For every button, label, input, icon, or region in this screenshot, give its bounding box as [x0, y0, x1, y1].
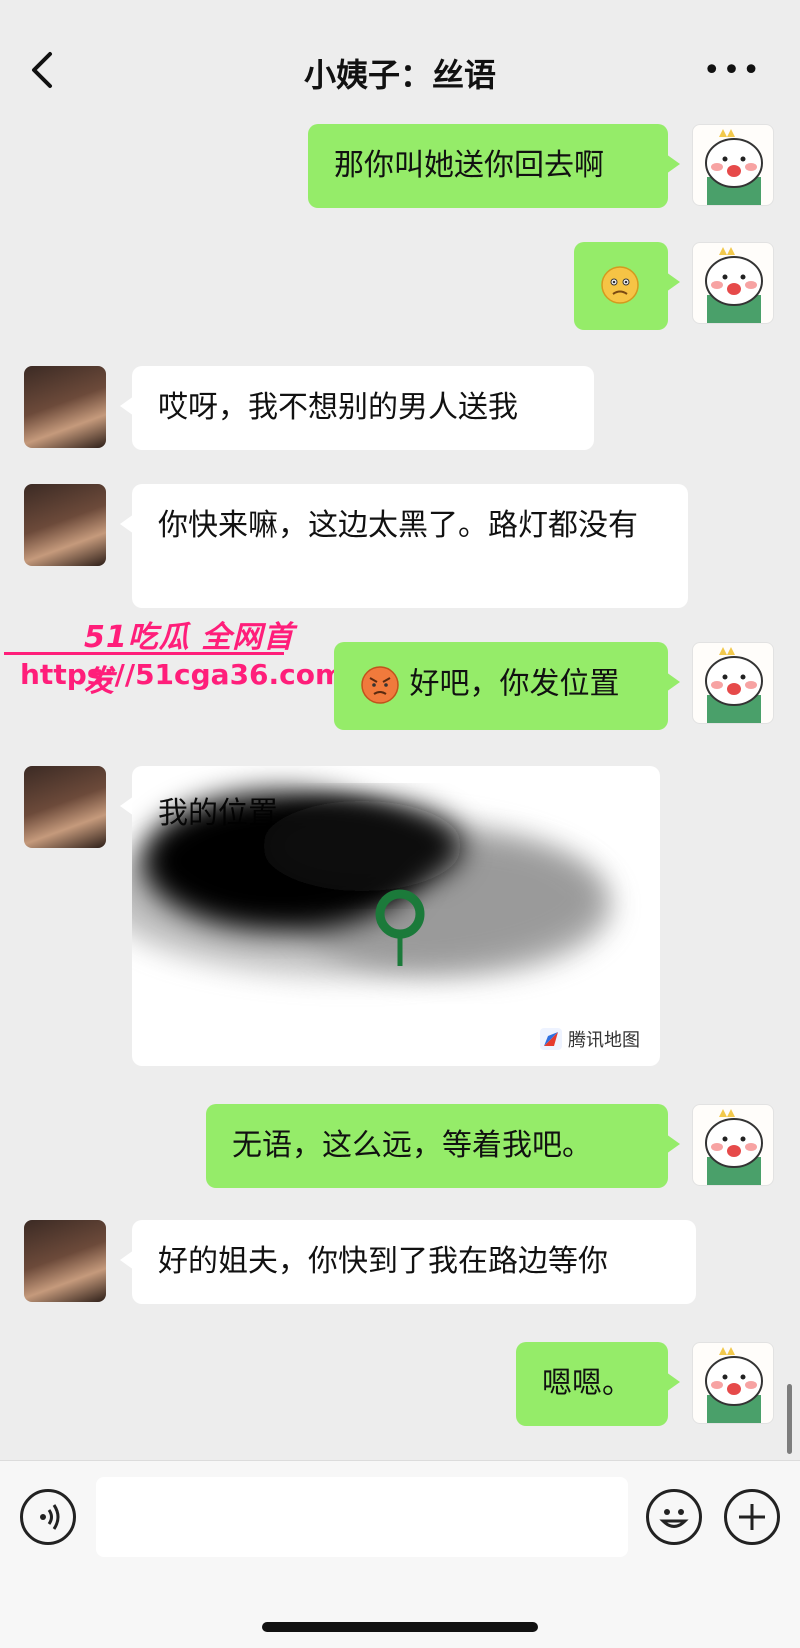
contact-avatar[interactable] — [24, 484, 106, 566]
message-text: 嗯嗯。 — [542, 1366, 632, 1401]
message-text: 好的姐夫，你快到了我在路边等你 — [158, 1244, 608, 1279]
input-bar — [0, 1460, 800, 1648]
message-bubble-received[interactable]: 好的姐夫，你快到了我在路边等你 — [120, 1220, 696, 1304]
chat-header: 小姨子：丝语 ••• — [0, 0, 800, 112]
plus-icon — [739, 1504, 765, 1530]
more-functions-button[interactable] — [724, 1489, 780, 1545]
home-indicator — [262, 1622, 538, 1632]
voice-input-button[interactable] — [20, 1489, 76, 1545]
tencent-map-icon — [540, 1028, 562, 1050]
message-input[interactable] — [96, 1477, 628, 1557]
watermark-divider — [4, 652, 284, 655]
map-provider-text: 腾讯地图 — [568, 1030, 640, 1051]
map-pin-icon — [375, 889, 425, 966]
cartoon-avatar-icon — [705, 1347, 763, 1423]
smiley-icon — [659, 1509, 689, 1528]
contact-avatar[interactable] — [24, 766, 106, 848]
contact-avatar[interactable] — [24, 1220, 106, 1302]
message-text: 无语，这么远，等着我吧。 — [232, 1128, 592, 1163]
message-bubble-sent[interactable]: 无语，这么远，等着我吧。 — [206, 1104, 680, 1188]
more-options-icon[interactable]: ••• — [703, 56, 762, 86]
watermark: 51吃瓜 全网首发 https://51cga36.com — [4, 612, 344, 702]
voice-icon — [40, 1504, 60, 1530]
message-text: 你快来嘛，这边太黑了。路灯都没有 — [158, 508, 638, 543]
angry-face-icon — [361, 665, 399, 704]
message-bubble-sent[interactable] — [574, 242, 680, 330]
my-avatar[interactable] — [692, 242, 774, 324]
message-text: 好吧，你发位置 — [409, 666, 620, 702]
cartoon-avatar-icon — [705, 129, 763, 205]
location-card[interactable]: 我的位置 腾讯地图 — [120, 766, 660, 1066]
cartoon-avatar-icon — [705, 647, 763, 723]
chat-title: 小姨子：丝语 — [303, 56, 496, 94]
scrollbar[interactable] — [787, 1384, 792, 1454]
message-bubble-sent[interactable]: 那你叫她送你回去啊 — [308, 124, 680, 208]
message-bubble-received[interactable]: 你快来嘛，这边太黑了。路灯都没有 — [120, 484, 688, 608]
message-text: 哎呀，我不想别的男人送我 — [158, 390, 518, 425]
message-bubble-sent[interactable]: 嗯嗯。 — [516, 1342, 680, 1426]
cartoon-avatar-icon — [705, 1109, 763, 1185]
message-bubble-sent[interactable]: 好吧，你发位置 — [334, 642, 680, 730]
map-provider-label: 腾讯地图 — [540, 1026, 640, 1052]
my-avatar[interactable] — [692, 642, 774, 724]
emoji-button[interactable] — [646, 1489, 702, 1545]
contact-avatar[interactable] — [24, 366, 106, 448]
my-avatar[interactable] — [692, 124, 774, 206]
watermark-url: https://51cga36.com — [20, 658, 345, 691]
worried-face-icon — [601, 265, 639, 304]
message-text: 那你叫她送你回去啊 — [334, 148, 604, 183]
my-avatar[interactable] — [692, 1342, 774, 1424]
my-avatar[interactable] — [692, 1104, 774, 1186]
message-bubble-received[interactable]: 哎呀，我不想别的男人送我 — [120, 366, 594, 450]
cartoon-avatar-icon — [705, 247, 763, 323]
